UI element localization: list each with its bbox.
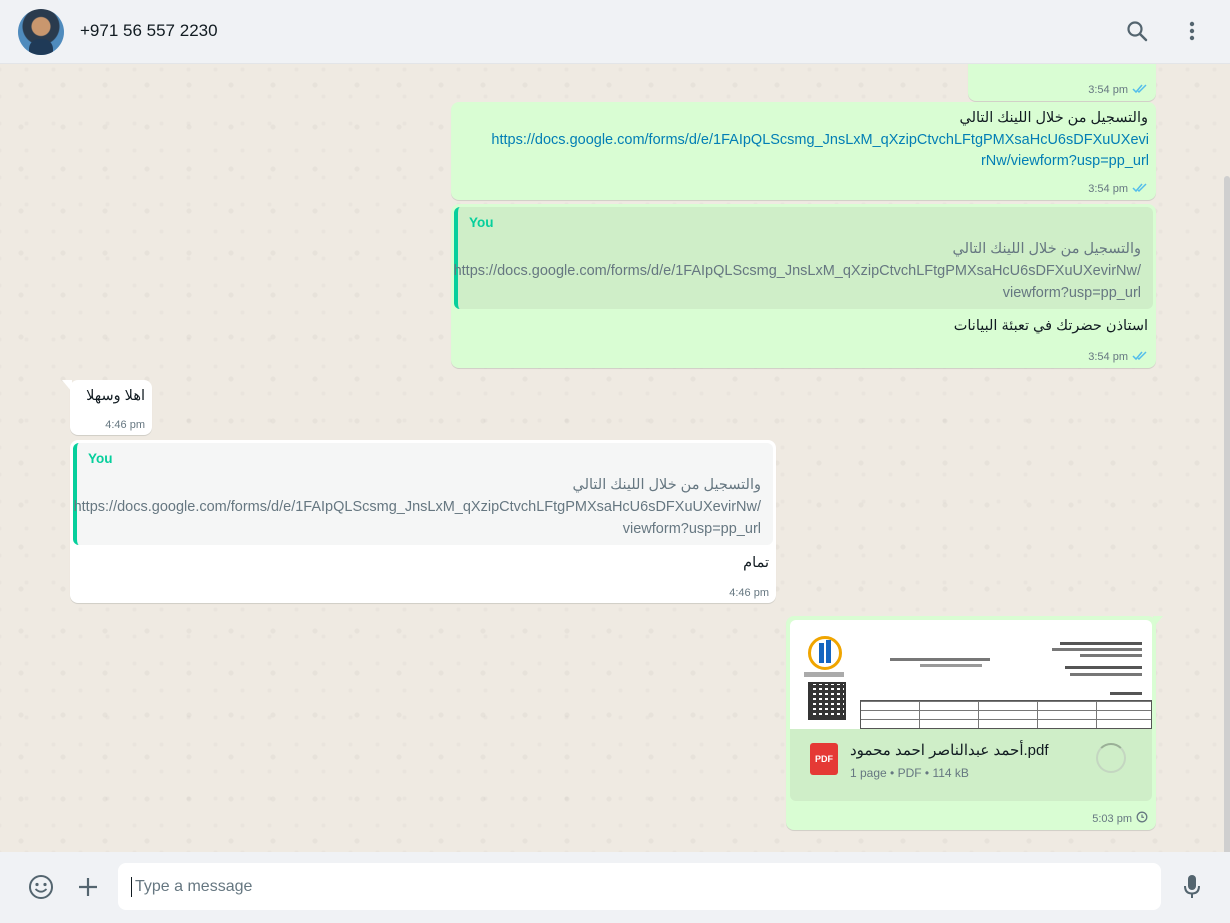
message-meta: 3:54 pm bbox=[1088, 83, 1148, 97]
quote-link-continued: viewform?usp=pp_url bbox=[1002, 285, 1141, 301]
message-meta: 4:46 pm bbox=[105, 419, 145, 431]
doc-line bbox=[1080, 654, 1142, 657]
message-text-cutoff bbox=[986, 64, 1136, 66]
document-info[interactable]: PDF أحمد عبدالناصر احمد محمود.pdf 1 page… bbox=[790, 729, 1152, 801]
message-time: 3:54 pm bbox=[1088, 183, 1128, 195]
text-caret bbox=[131, 877, 132, 897]
message-time: 4:46 pm bbox=[729, 587, 769, 599]
message-time: 3:54 pm bbox=[1088, 84, 1128, 96]
message-input[interactable] bbox=[118, 863, 1135, 910]
message-time: 5:03 pm bbox=[1092, 812, 1132, 825]
double-check-icon bbox=[1132, 350, 1148, 364]
emoji-icon[interactable] bbox=[27, 873, 55, 901]
mic-icon[interactable] bbox=[1180, 873, 1204, 901]
quote-link-continued: viewform?usp=pp_url bbox=[622, 521, 761, 537]
message-meta: 3:54 pm bbox=[1088, 350, 1148, 364]
message-bubble-incoming[interactable]: اهلا وسهلا 4:46 pm bbox=[70, 380, 152, 435]
loading-spinner-icon[interactable] bbox=[1096, 743, 1126, 773]
document-preview[interactable] bbox=[790, 620, 1152, 729]
plus-icon[interactable] bbox=[74, 873, 102, 901]
message-text: تمام bbox=[743, 555, 769, 571]
quoted-message[interactable]: You والتسجيل من خلال اللينك التالي https… bbox=[73, 443, 773, 545]
doc-line bbox=[1110, 692, 1142, 695]
doc-line bbox=[920, 664, 982, 667]
doc-line bbox=[1052, 648, 1142, 651]
message-bubble-incoming[interactable]: You والتسجيل من خلال اللينك التالي https… bbox=[70, 440, 776, 603]
search-icon[interactable] bbox=[1124, 18, 1150, 44]
message-text: والتسجيل من خلال اللينك التالي bbox=[959, 110, 1148, 126]
message-meta: 4:46 pm bbox=[729, 587, 769, 599]
conversation-panel[interactable]: 3:54 pm والتسجيل من خلال اللينك التالي h… bbox=[0, 64, 1230, 852]
contact-name[interactable]: +971 56 557 2230 bbox=[80, 21, 218, 41]
scrollbar[interactable] bbox=[1224, 176, 1230, 852]
doc-line bbox=[1070, 673, 1142, 676]
quoted-message[interactable]: You والتسجيل من خلال اللينك التالي https… bbox=[454, 207, 1153, 309]
double-check-icon bbox=[1132, 182, 1148, 196]
company-logo bbox=[808, 636, 842, 670]
pdf-icon: PDF bbox=[810, 743, 838, 775]
document-meta: 1 page • PDF • 114 kB bbox=[850, 766, 969, 780]
doc-line bbox=[1060, 642, 1142, 645]
composer-bar bbox=[0, 852, 1230, 923]
clock-icon bbox=[1136, 811, 1148, 826]
quote-link: https://docs.google.com/forms/d/e/1FAIpQ… bbox=[453, 263, 1141, 279]
contact-avatar[interactable] bbox=[18, 9, 64, 55]
message-link[interactable]: https://docs.google.com/forms/d/e/1FAIpQ… bbox=[491, 130, 1149, 151]
quote-author: You bbox=[469, 215, 494, 230]
message-meta: 5:03 pm bbox=[1092, 811, 1148, 826]
qr-code bbox=[808, 682, 846, 720]
message-time: 4:46 pm bbox=[105, 419, 145, 431]
quote-text: والتسجيل من خلال اللينك التالي bbox=[572, 477, 761, 493]
message-bubble-outgoing[interactable]: 3:54 pm bbox=[968, 64, 1156, 101]
message-text: اهلا وسهلا bbox=[86, 388, 145, 404]
quote-link: https://docs.google.com/forms/d/e/1FAIpQ… bbox=[73, 499, 761, 515]
double-check-icon bbox=[1132, 83, 1148, 97]
doc-line bbox=[890, 658, 990, 661]
message-text: استاذن حضرتك في تعبئة البيانات bbox=[953, 318, 1148, 334]
document-table bbox=[860, 700, 1152, 729]
quote-author: You bbox=[88, 451, 113, 466]
message-bubble-outgoing[interactable]: You والتسجيل من خلال اللينك التالي https… bbox=[451, 204, 1156, 368]
chat-header: +971 56 557 2230 bbox=[0, 0, 1230, 64]
logo-caption bbox=[804, 672, 844, 677]
message-bubble-outgoing[interactable]: والتسجيل من خلال اللينك التالي https://d… bbox=[451, 102, 1156, 200]
document-name: أحمد عبدالناصر احمد محمود.pdf bbox=[850, 742, 1049, 759]
quote-text: والتسجيل من خلال اللينك التالي bbox=[952, 241, 1141, 257]
menu-icon[interactable] bbox=[1179, 18, 1205, 44]
message-input-container[interactable] bbox=[118, 863, 1161, 910]
message-time: 3:54 pm bbox=[1088, 351, 1128, 363]
doc-line bbox=[1065, 666, 1142, 669]
message-link-continued[interactable]: rNw/viewform?usp=pp_url bbox=[981, 151, 1149, 172]
message-meta: 3:54 pm bbox=[1088, 182, 1148, 196]
message-bubble-document[interactable]: PDF أحمد عبدالناصر احمد محمود.pdf 1 page… bbox=[786, 616, 1156, 830]
